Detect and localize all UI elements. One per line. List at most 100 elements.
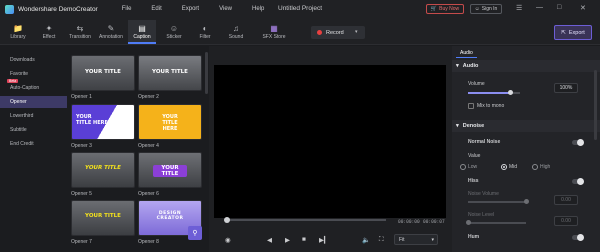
volume-value[interactable]: 100% xyxy=(554,83,578,93)
template-card[interactable]: YOUR TITLE Opener 5 xyxy=(71,152,135,197)
audio-section-header[interactable]: ▾ Audio xyxy=(452,60,600,72)
play-icon[interactable]: ▶ xyxy=(285,236,290,244)
noise-volume-value[interactable]: 0.00 xyxy=(554,195,578,205)
folder-icon: 📁 xyxy=(13,23,23,33)
normal-noise-label: Normal Noise xyxy=(468,139,501,145)
sound-icon: ♫ xyxy=(233,23,239,33)
panel-scrollbar[interactable] xyxy=(594,70,597,140)
zoom-fit-select[interactable]: Fit ▾ xyxy=(394,234,438,245)
noise-level-slider[interactable] xyxy=(468,222,526,224)
menu-icon[interactable]: ☰ xyxy=(516,4,522,12)
tab-library[interactable]: 📁 Library xyxy=(4,20,32,44)
hum-toggle[interactable] xyxy=(572,234,584,241)
mix-to-mono-checkbox[interactable] xyxy=(468,103,474,109)
properties-panel: Audio ▾ Audio Volume 100% Mix to mono ▾ … xyxy=(452,46,600,252)
menu-file[interactable]: File xyxy=(122,6,132,12)
tab-audio[interactable]: Audio xyxy=(456,48,477,58)
template-scrollbar[interactable] xyxy=(205,52,208,94)
playback-progress[interactable] xyxy=(226,219,386,221)
menu-export[interactable]: Export xyxy=(182,6,199,12)
category-lowerthird[interactable]: Lowerthird xyxy=(0,110,67,122)
caption-icon: ▤ xyxy=(138,23,146,33)
menu-help[interactable]: Help xyxy=(252,6,264,12)
template-thumbnail: YOUR TITLE xyxy=(138,55,202,91)
template-name: Opener 7 xyxy=(71,239,92,245)
chevron-down-icon: ▾ xyxy=(456,63,459,69)
noise-volume-handle[interactable] xyxy=(524,199,529,204)
sign-in-button[interactable]: ☺ Sign In xyxy=(470,4,502,14)
tab-sfx-store[interactable]: ▦ SFX Store xyxy=(258,20,290,44)
hiss-toggle[interactable] xyxy=(572,178,584,185)
template-grid: YOUR TITLE Opener 1 YOUR TITLE Opener 2 … xyxy=(67,46,207,252)
camera-icon[interactable]: ◉ xyxy=(225,236,231,244)
template-card[interactable]: YOUR TITLE Opener 1 xyxy=(71,55,135,100)
category-subtitle[interactable]: Subtitle xyxy=(0,124,67,136)
tab-transition[interactable]: ⇆ Transition xyxy=(66,20,94,44)
playhead-handle[interactable] xyxy=(224,217,230,223)
annotation-icon: ✎ xyxy=(107,23,115,33)
noise-level-label: Noise Level xyxy=(468,212,495,218)
tab-effect[interactable]: ✦ Effect xyxy=(35,20,63,44)
menu-edit[interactable]: Edit xyxy=(151,6,161,12)
tab-sticker[interactable]: ☺ Sticker xyxy=(160,20,188,44)
category-opener[interactable]: Opener xyxy=(0,96,67,108)
app-logo-icon xyxy=(5,4,14,14)
template-thumbnail: YOUR TITLE xyxy=(71,152,135,188)
radio-high-label: High xyxy=(540,164,551,170)
template-thumbnail: YOUR TITLE xyxy=(71,200,135,236)
hum-label: Hum xyxy=(468,234,480,240)
next-frame-icon[interactable]: ▶▎ xyxy=(319,236,329,244)
effect-icon: ✦ xyxy=(45,23,53,33)
noise-level-handle[interactable] xyxy=(466,220,471,225)
template-name: Opener 5 xyxy=(71,191,92,197)
template-card[interactable]: YOUR TITLE Opener 6 xyxy=(138,152,202,197)
app-name: Wondershare DemoCreator xyxy=(18,5,98,13)
close-icon[interactable]: ✕ xyxy=(580,4,586,12)
tab-caption[interactable]: ▤ Caption xyxy=(128,20,156,44)
template-card[interactable]: YOUR TITLE HERE Opener 3 xyxy=(71,104,135,149)
fullscreen-icon[interactable]: ⛶ xyxy=(379,236,384,244)
video-preview xyxy=(214,65,446,218)
radio-low-label: Low xyxy=(468,164,478,170)
normal-noise-toggle[interactable] xyxy=(572,139,584,146)
chevron-down-icon: ▾ xyxy=(431,236,434,243)
template-card[interactable]: YOUR TITLE Opener 7 xyxy=(71,200,135,245)
export-button[interactable]: ⇱ Export xyxy=(554,25,592,40)
tab-annotation[interactable]: ✎ Annotation xyxy=(97,20,125,44)
maximize-icon[interactable]: □ xyxy=(557,4,561,11)
template-name: Opener 4 xyxy=(138,143,159,149)
template-card[interactable]: YOUR TITLE Opener 2 xyxy=(138,55,202,100)
export-icon: ⇱ xyxy=(561,29,566,36)
preview-panel: 00:00:00 00:00:07 ◉ ◀ ▶ ■ ▶▎ 🔈 ⛶ Fit ▾ xyxy=(209,46,452,252)
template-name: Opener 2 xyxy=(138,94,159,100)
tab-sound[interactable]: ♫ Sound xyxy=(222,20,250,44)
chevron-down-icon[interactable]: ▾ xyxy=(355,29,358,35)
radio-mid[interactable] xyxy=(501,164,507,170)
mix-to-mono-label: Mix to mono xyxy=(477,103,505,109)
buy-now-button[interactable]: 🛒 Buy Now xyxy=(426,4,464,14)
filter-icon: ◐ xyxy=(202,23,208,33)
denoise-section-header[interactable]: ▾ Denoise xyxy=(452,120,600,132)
category-downloads[interactable]: Downloads xyxy=(0,54,67,66)
volume-slider-handle[interactable] xyxy=(507,90,513,95)
noise-volume-slider[interactable] xyxy=(468,201,526,203)
radio-high[interactable] xyxy=(532,164,538,170)
tab-filter[interactable]: ◐ Filter xyxy=(191,20,219,44)
menu-bar: File Edit Export View Help xyxy=(122,6,285,12)
menu-view[interactable]: View xyxy=(219,6,232,12)
stop-icon[interactable]: ■ xyxy=(302,236,306,243)
search-icon[interactable]: ⚲ xyxy=(188,226,202,240)
previous-frame-icon[interactable]: ◀ xyxy=(267,236,272,244)
category-end-credit[interactable]: End Credit xyxy=(0,138,67,150)
cart-icon: 🛒 xyxy=(430,6,438,12)
sticker-icon: ☺ xyxy=(169,23,179,33)
playback-controls: ◉ ◀ ▶ ■ ▶▎ 🔈 ⛶ Fit ▾ xyxy=(209,230,452,250)
radio-low[interactable] xyxy=(460,164,466,170)
beta-badge: Beta xyxy=(7,79,19,83)
volume-icon[interactable]: 🔈 xyxy=(362,236,370,244)
noise-level-value[interactable]: 0.00 xyxy=(554,216,578,226)
minimize-icon[interactable]: — xyxy=(536,4,543,11)
category-auto-caption[interactable]: Auto-Caption xyxy=(0,82,67,94)
template-thumbnail: YOUR TITLE xyxy=(138,152,202,188)
template-card[interactable]: YOUR TITLE HERE Opener 4 xyxy=(138,104,202,149)
